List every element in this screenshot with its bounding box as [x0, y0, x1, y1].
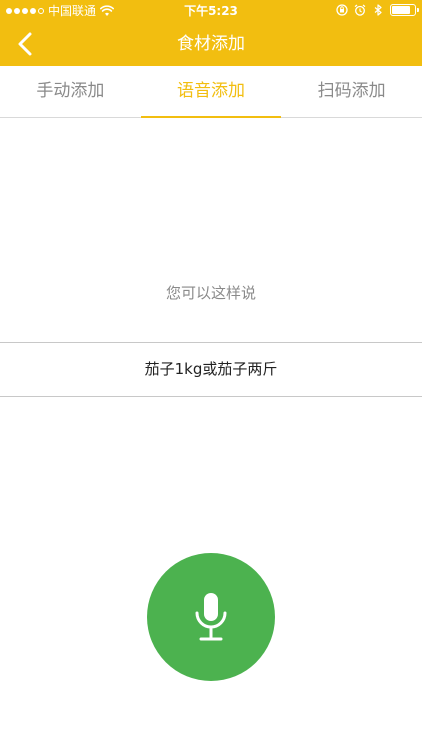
bluetooth-icon — [374, 4, 382, 16]
microphone-icon — [195, 593, 227, 641]
voice-example: 茄子1kg或茄子两斤 — [0, 342, 422, 397]
battery-icon — [390, 4, 419, 16]
alarm-icon — [354, 4, 366, 16]
page-title: 食材添加 — [177, 34, 245, 54]
tab-bar: 手动添加 语音添加 扫码添加 — [0, 66, 422, 118]
nav-bar: 食材添加 — [0, 22, 422, 66]
status-right — [336, 4, 419, 16]
tab-scan-add[interactable]: 扫码添加 — [281, 66, 422, 117]
rotation-lock-icon — [336, 4, 348, 16]
chevron-left-icon — [18, 32, 32, 56]
status-bar: 中国联通 下午5:23 — [0, 0, 422, 22]
tab-manual-add[interactable]: 手动添加 — [0, 66, 141, 117]
tab-voice-add[interactable]: 语音添加 — [140, 66, 282, 118]
voice-hint: 您可以这样说 — [165, 284, 256, 302]
app-screen: 中国联通 下午5:23 食材添加 手动添加 语音添加 扫码添加 您可以这样说 茄… — [0, 0, 422, 750]
battery-level — [392, 6, 410, 14]
microphone-button[interactable] — [147, 553, 275, 681]
back-button[interactable] — [8, 28, 42, 60]
